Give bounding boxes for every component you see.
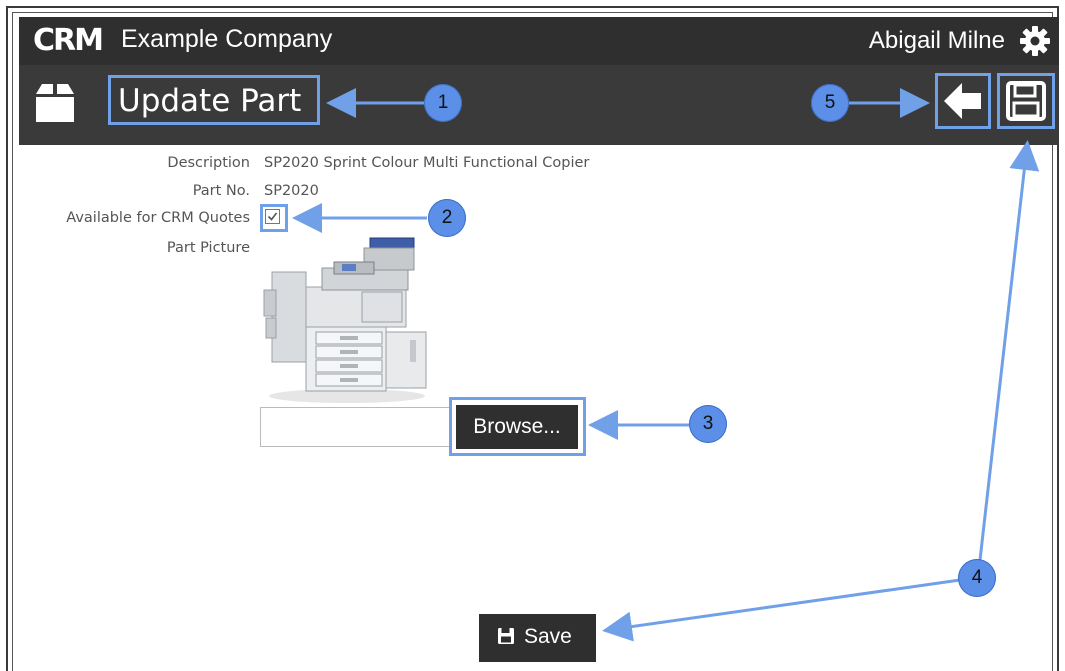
description-label: Description (167, 155, 250, 171)
callout-5: 5 (811, 84, 849, 122)
save-button[interactable]: Save (479, 614, 596, 662)
checkmark-icon (267, 212, 278, 221)
app-header: CRM Example Company Abigail Milne (19, 17, 1059, 65)
browse-button[interactable]: Browse... (456, 405, 578, 449)
gear-icon[interactable] (1019, 25, 1051, 57)
crm-logo[interactable]: CRM (33, 23, 104, 59)
part-picture-label: Part Picture (166, 240, 250, 256)
page-toolbar: Update Part (19, 65, 1059, 145)
save-button-label: Save (524, 625, 572, 648)
callout-1: 1 (424, 84, 462, 122)
page-title: Update Part (118, 83, 302, 119)
company-name: Example Company (121, 25, 333, 53)
box-icon (36, 84, 74, 122)
description-value: SP2020 Sprint Colour Multi Functional Co… (264, 155, 590, 171)
arrow-left-icon (944, 83, 981, 119)
part-no-label: Part No. (192, 183, 250, 199)
part-picture-image (263, 237, 427, 403)
floppy-disk-icon (1006, 81, 1046, 121)
back-button[interactable] (935, 73, 991, 129)
save-icon-button[interactable] (997, 73, 1055, 129)
callout-3: 3 (689, 405, 727, 443)
part-no-value: SP2020 (264, 183, 319, 199)
crm-quotes-checkbox[interactable] (265, 209, 280, 224)
crm-quotes-label: Available for CRM Quotes (66, 210, 250, 226)
file-path-input[interactable] (260, 407, 450, 447)
callout-4: 4 (958, 559, 996, 597)
floppy-disk-icon (498, 628, 514, 644)
callout-2: 2 (428, 199, 466, 237)
user-name[interactable]: Abigail Milne (869, 17, 1005, 65)
